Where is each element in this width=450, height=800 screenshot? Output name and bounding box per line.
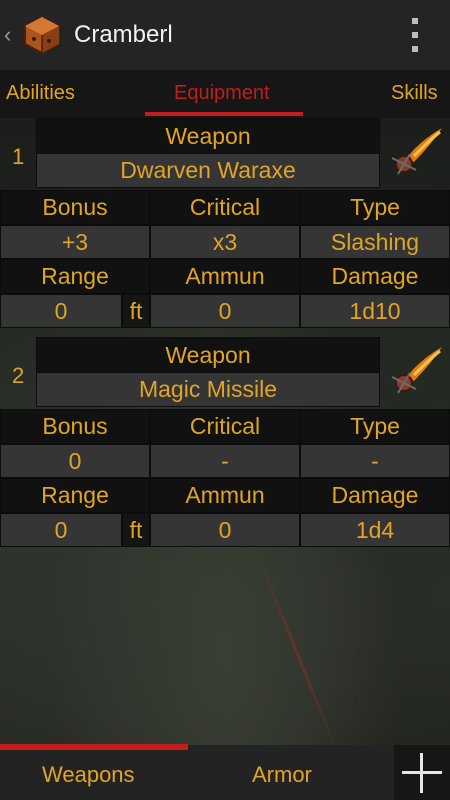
bonus-value[interactable]: 0 xyxy=(0,444,150,478)
range-unit: ft xyxy=(122,294,150,328)
tab-armor[interactable]: Armor xyxy=(252,762,312,788)
tab-equipment[interactable]: Equipment xyxy=(174,82,270,105)
plus-icon[interactable] xyxy=(394,745,450,800)
weapon-index: 1 xyxy=(12,144,25,169)
weapon-name[interactable]: Dwarven Waraxe xyxy=(36,153,380,188)
tab-active-indicator xyxy=(145,112,303,116)
critical-value[interactable]: x3 xyxy=(150,225,300,259)
weapon-index: 2 xyxy=(12,363,25,388)
type-value[interactable]: - xyxy=(300,444,450,478)
ammun-value[interactable]: 0 xyxy=(150,294,300,328)
dice-icon[interactable] xyxy=(22,15,62,55)
weapon-image xyxy=(391,347,442,394)
critical-label: Critical xyxy=(150,190,300,225)
bonus-value[interactable]: +3 xyxy=(0,225,150,259)
weapon-header-label: Weapon xyxy=(36,118,380,154)
action-bar: ‹ Cramberl xyxy=(0,0,450,70)
tab-skills[interactable]: Skills xyxy=(391,82,438,105)
app-title: Cramberl xyxy=(74,21,173,48)
tab-weapons[interactable]: Weapons xyxy=(42,762,135,788)
type-value[interactable]: Slashing xyxy=(300,225,450,259)
bottom-tab-active-indicator xyxy=(0,744,188,750)
damage-label: Damage xyxy=(300,478,450,513)
range-unit: ft xyxy=(122,513,150,547)
type-label: Type xyxy=(300,409,450,444)
ammun-label: Ammun xyxy=(150,259,300,294)
back-icon[interactable]: ‹ xyxy=(4,22,16,48)
damage-value[interactable]: 1d4 xyxy=(300,513,450,547)
range-label: Range xyxy=(0,259,150,294)
weapon-name[interactable]: Magic Missile xyxy=(36,372,380,407)
tab-bar: Abilities Equipment Skills xyxy=(0,70,450,118)
type-label: Type xyxy=(300,190,450,225)
critical-value[interactable]: - xyxy=(150,444,300,478)
critical-label: Critical xyxy=(150,409,300,444)
ammun-label: Ammun xyxy=(150,478,300,513)
tab-abilities[interactable]: Abilities xyxy=(6,82,75,105)
ammun-value[interactable]: 0 xyxy=(150,513,300,547)
bonus-label: Bonus xyxy=(0,409,150,444)
bonus-label: Bonus xyxy=(0,190,150,225)
range-label: Range xyxy=(0,478,150,513)
damage-value[interactable]: 1d10 xyxy=(300,294,450,328)
range-value[interactable]: 0 xyxy=(0,294,122,328)
weapon-header-label: Weapon xyxy=(36,337,380,373)
damage-label: Damage xyxy=(300,259,450,294)
weapon-image xyxy=(391,128,442,175)
overflow-menu-icon[interactable] xyxy=(410,18,420,52)
range-value[interactable]: 0 xyxy=(0,513,122,547)
